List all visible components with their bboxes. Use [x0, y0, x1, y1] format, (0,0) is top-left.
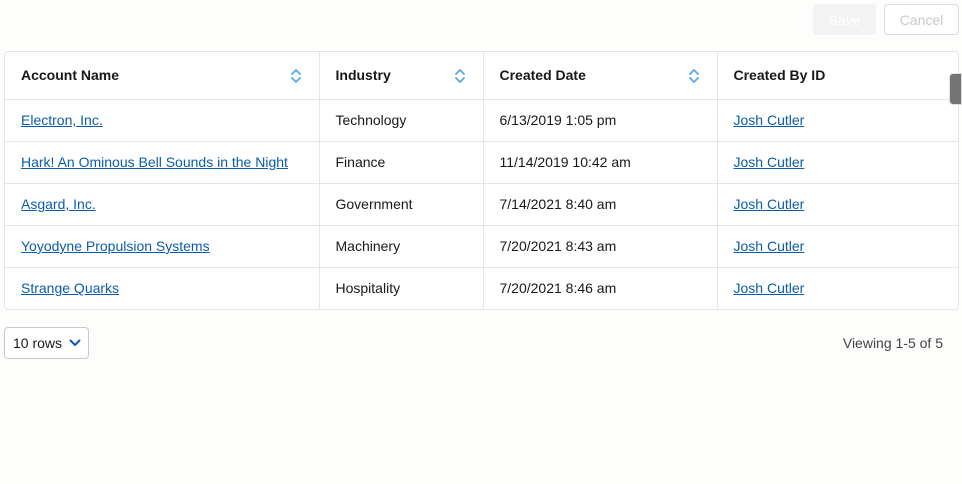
- user-link[interactable]: Josh Cutler: [734, 280, 805, 296]
- accounts-table: Account Name Industry Created Date Creat…: [4, 51, 959, 310]
- column-header-label: Account Name: [21, 67, 120, 84]
- industry-cell: Hospitality: [318, 267, 483, 309]
- column-header-account-name[interactable]: Account Name: [5, 52, 319, 100]
- table-header-row: Account Name Industry Created Date Creat…: [5, 52, 958, 100]
- chevron-down-icon: [69, 339, 81, 346]
- table-row: Strange Quarks Hospitality 7/20/2021 8:4…: [5, 267, 958, 309]
- created-by-cell: Josh Cutler: [716, 141, 958, 184]
- created-date-cell: 6/13/2019 1:05 pm: [482, 99, 717, 142]
- cancel-button[interactable]: Cancel: [884, 4, 959, 35]
- pagination-summary: Viewing 1-5 of 5: [842, 335, 943, 351]
- rows-per-page-select[interactable]: 10 rows: [4, 327, 89, 359]
- account-name-cell: Electron, Inc.: [5, 99, 319, 142]
- created-date-cell: 7/20/2021 8:43 am: [482, 225, 717, 268]
- account-link[interactable]: Asgard, Inc.: [21, 196, 96, 212]
- table-row: Yoyodyne Propulsion Systems Machinery 7/…: [5, 225, 958, 268]
- created-date-cell: 11/14/2019 10:42 am: [482, 141, 717, 184]
- created-by-cell: Josh Cutler: [716, 267, 958, 309]
- column-header-label: Created By ID: [733, 67, 826, 84]
- column-header-label: Created Date: [499, 67, 586, 84]
- user-link[interactable]: Josh Cutler: [734, 196, 805, 212]
- account-name-cell: Hark! An Ominous Bell Sounds in the Nigh…: [5, 141, 319, 184]
- page: Save Cancel Account Name Industry Create…: [0, 0, 962, 484]
- industry-cell: Technology: [318, 99, 483, 142]
- column-header-created-date[interactable]: Created Date: [482, 52, 717, 100]
- account-name-cell: Yoyodyne Propulsion Systems: [5, 225, 319, 268]
- account-link[interactable]: Electron, Inc.: [21, 112, 103, 128]
- column-header-industry[interactable]: Industry: [318, 52, 483, 100]
- table-row: Hark! An Ominous Bell Sounds in the Nigh…: [5, 141, 958, 184]
- sort-icon[interactable]: [290, 68, 301, 84]
- rows-per-page-value: 10 rows: [13, 335, 63, 351]
- user-link[interactable]: Josh Cutler: [734, 112, 805, 128]
- user-link[interactable]: Josh Cutler: [734, 238, 805, 254]
- industry-cell: Machinery: [318, 225, 483, 268]
- account-link[interactable]: Hark! An Ominous Bell Sounds in the Nigh…: [21, 154, 288, 170]
- created-date-cell: 7/14/2021 8:40 am: [482, 183, 717, 226]
- account-name-cell: Asgard, Inc.: [5, 183, 319, 226]
- account-link[interactable]: Strange Quarks: [21, 280, 119, 296]
- created-date-cell: 7/20/2021 8:46 am: [482, 267, 717, 309]
- industry-cell: Finance: [318, 141, 483, 184]
- scrollbar-handle[interactable]: [949, 73, 962, 105]
- save-button[interactable]: Save: [813, 4, 876, 35]
- column-header-label: Industry: [335, 67, 391, 84]
- table-row: Electron, Inc. Technology 6/13/2019 1:05…: [5, 99, 958, 142]
- created-by-cell: Josh Cutler: [716, 225, 958, 268]
- sort-icon[interactable]: [688, 68, 699, 84]
- account-link[interactable]: Yoyodyne Propulsion Systems: [21, 238, 210, 254]
- created-by-cell: Josh Cutler: [716, 183, 958, 226]
- column-header-created-by-id: Created By ID: [716, 52, 958, 100]
- table-row: Asgard, Inc. Government 7/14/2021 8:40 a…: [5, 183, 958, 226]
- industry-cell: Government: [318, 183, 483, 226]
- account-name-cell: Strange Quarks: [5, 267, 319, 309]
- sort-icon[interactable]: [454, 68, 465, 84]
- created-by-cell: Josh Cutler: [716, 99, 958, 142]
- user-link[interactable]: Josh Cutler: [734, 154, 805, 170]
